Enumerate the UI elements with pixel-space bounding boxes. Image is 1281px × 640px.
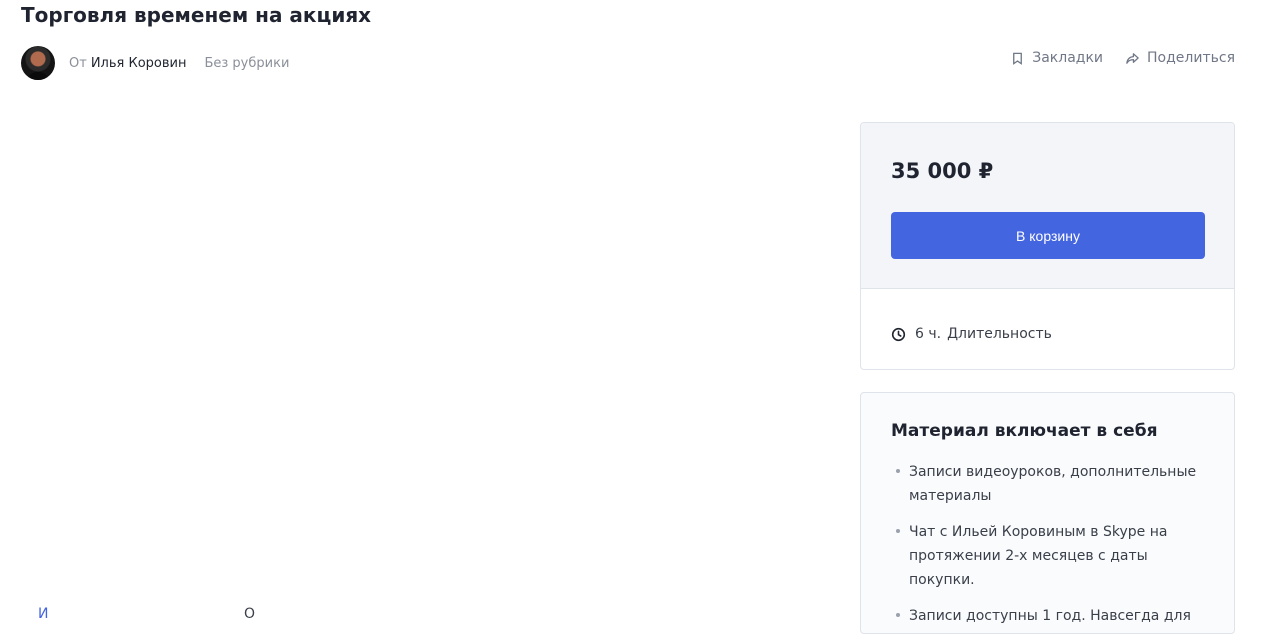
- post-meta: От Илья Коровин Без рубрики: [21, 46, 289, 80]
- share-label: Поделиться: [1147, 50, 1235, 66]
- includes-title: Материал включает в себя: [891, 421, 1158, 441]
- meta-by-label: От: [69, 55, 87, 71]
- includes-item: Записи доступны 1 год. Навсегда для: [891, 604, 1201, 628]
- post-actions: Закладки Поделиться: [988, 50, 1235, 66]
- bookmarks-button[interactable]: Закладки: [1010, 50, 1103, 66]
- bookmark-icon: [1013, 52, 1023, 65]
- share-button[interactable]: Поделиться: [1125, 50, 1235, 66]
- category-link[interactable]: Без рубрики: [204, 56, 289, 71]
- product-price: 35 000 ₽: [891, 159, 994, 183]
- includes-card: Материал включает в себя Записи видеоуро…: [860, 392, 1235, 634]
- duration-row: 6 ч. Длительность: [891, 326, 1052, 342]
- price-card: 35 000 ₽ В корзину 6 ч. Длительность: [860, 122, 1235, 370]
- page-title: Торговля временем на акциях: [21, 3, 372, 27]
- bookmarks-label: Закладки: [1032, 50, 1104, 66]
- price-card-top: 35 000 ₽ В корзину: [861, 123, 1234, 289]
- duration-label: Длительность: [947, 326, 1052, 342]
- cutoff-text-left[interactable]: И: [38, 606, 48, 622]
- cutoff-text-middle: О: [244, 606, 256, 622]
- clock-icon: [891, 327, 906, 341]
- add-to-cart-button[interactable]: В корзину: [891, 212, 1205, 259]
- author-avatar[interactable]: [21, 46, 55, 80]
- duration-value: 6 ч.: [915, 326, 942, 342]
- author-link[interactable]: Илья Коровин: [91, 56, 187, 71]
- includes-list: Записи видеоуроков, дополнительные матер…: [891, 460, 1201, 640]
- includes-item: Чат с Ильей Коровиным в Skype на протяже…: [891, 520, 1201, 592]
- includes-item: Записи видеоуроков, дополнительные матер…: [891, 460, 1201, 508]
- share-icon: [1126, 52, 1139, 64]
